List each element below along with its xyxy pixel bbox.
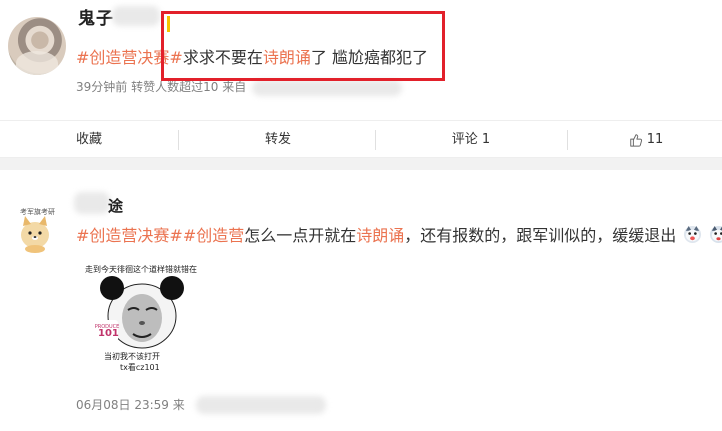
redacted-username xyxy=(74,192,110,214)
meme-caption-bottom: 当初我不该打开 xyxy=(104,352,160,361)
comment-button[interactable]: 评论 1 xyxy=(378,121,564,159)
topic-link[interactable]: #创造营决赛# xyxy=(76,226,183,245)
source-label: 来 xyxy=(172,398,185,412)
redacted-source xyxy=(252,80,402,96)
collect-button[interactable]: 收藏 xyxy=(0,121,178,159)
redacted-source xyxy=(196,396,326,414)
keyword-link[interactable]: 诗朗诵 xyxy=(356,226,404,245)
weibo-post: 鬼子 #创造营决赛#求求不要在诗朗诵了 尴尬癌都犯了 39分钟前 转赞人数超过1… xyxy=(0,0,722,120)
avatar[interactable] xyxy=(12,204,58,254)
feed-separator xyxy=(0,158,722,170)
weibo-post: 考军旗考研 途 #创造营决赛##创造营怎么一点开就在诗朗诵，还有报数的，跟军训似… xyxy=(0,170,722,431)
content-text: 怎么一点开就在 xyxy=(244,226,357,245)
repost-button[interactable]: 转发 xyxy=(188,121,368,159)
post-meta: 06月08日 23:59 来 xyxy=(76,396,185,413)
meme-caption-top: 走到今天徘徊这个道样错就错在 xyxy=(85,265,197,274)
content-text-end: ，还有报数的，跟军训似的，缓缓退出 xyxy=(404,226,677,245)
username[interactable]: 途 xyxy=(108,195,123,216)
meme-image[interactable]: 走到今天徘徊这个道样错就错在 PRODUCE 101 当初我不该打开 tx看cz… xyxy=(76,262,206,378)
divider xyxy=(375,130,376,150)
divider xyxy=(567,130,568,150)
username[interactable]: 鬼子 xyxy=(78,4,114,29)
husky-emoji-icon xyxy=(710,225,722,244)
text-cursor xyxy=(167,16,170,32)
thumbs-up-icon xyxy=(629,134,642,147)
husky-emoji-icon xyxy=(684,225,702,244)
meme-caption-bottom-2: tx看cz101 xyxy=(120,363,160,372)
post-time[interactable]: 39分钟前 xyxy=(76,80,127,94)
meme-logo: 101 xyxy=(98,328,119,339)
post-content: #创造营决赛##创造营怎么一点开就在诗朗诵，还有报数的，跟军训似的，缓缓退出 xyxy=(76,225,722,247)
like-count: 11 xyxy=(646,132,664,147)
repost-count-text: 转赞人数超过10 xyxy=(131,80,219,94)
avatar[interactable] xyxy=(8,17,66,75)
redacted-username xyxy=(112,6,160,26)
divider xyxy=(178,130,179,150)
source-label: 来自 xyxy=(222,80,247,94)
post-time[interactable]: 06月08日 23:59 xyxy=(76,398,169,412)
like-button[interactable]: 11 xyxy=(570,121,722,159)
highlight-box xyxy=(161,11,445,81)
action-bar: 收藏 转发 评论 1 11 xyxy=(0,120,722,158)
topic-link-2[interactable]: #创造营 xyxy=(183,226,244,245)
